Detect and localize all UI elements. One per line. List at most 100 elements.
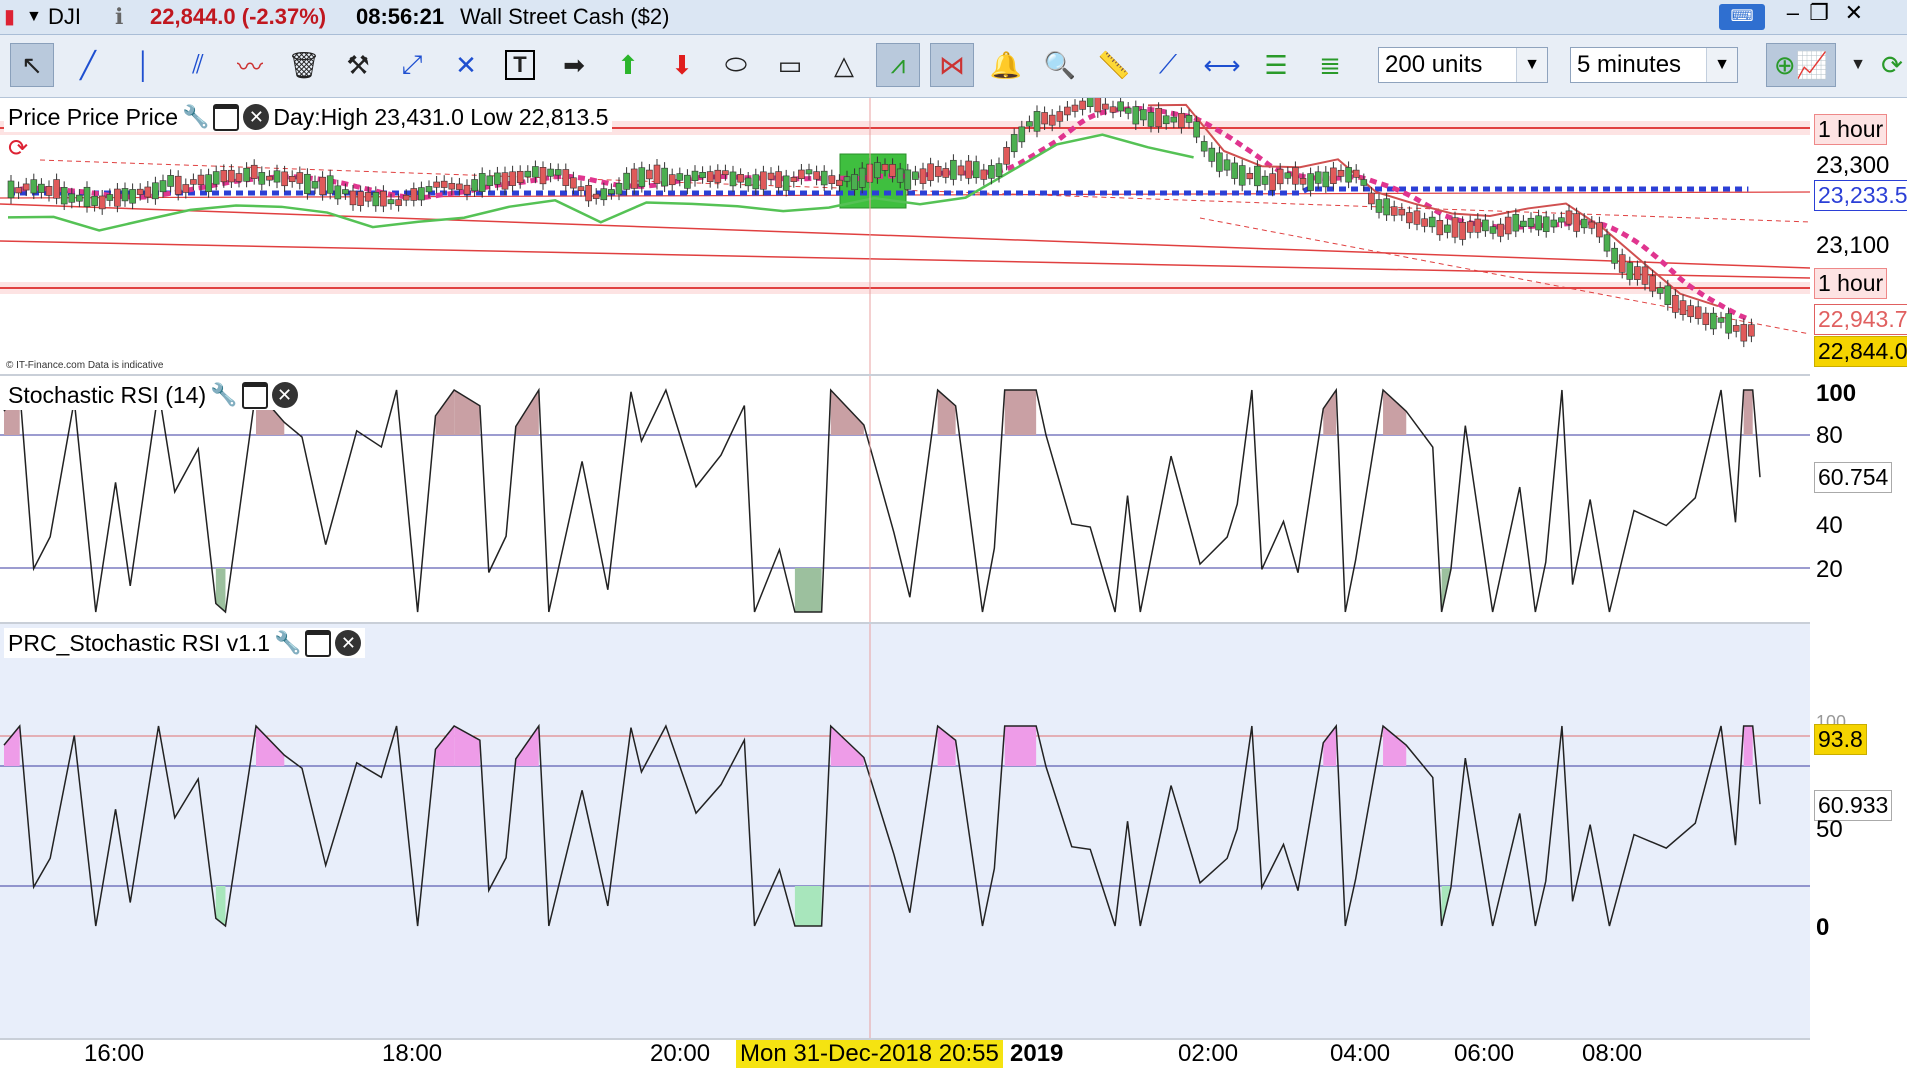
overbought-fill xyxy=(454,726,480,766)
candle xyxy=(1634,266,1641,280)
crosshair-icon[interactable]: ✕ xyxy=(444,43,488,87)
fibonacci-fan-icon[interactable]: ≣ xyxy=(1308,43,1352,87)
ray-icon[interactable]: ⟋ xyxy=(1146,43,1190,87)
candle xyxy=(342,189,349,195)
close-icon[interactable]: ✕ xyxy=(335,630,362,656)
wrench-icon[interactable]: 🔧 xyxy=(274,628,301,658)
trash-icon[interactable]: 🗑 xyxy=(282,43,326,87)
chevron-down-icon[interactable]: ▼ xyxy=(26,8,42,26)
minimize-icon[interactable]: – xyxy=(1787,0,1799,26)
units-select[interactable]: 200 units ▼ xyxy=(1378,47,1548,83)
candle xyxy=(1200,141,1208,152)
ellipse-icon[interactable]: ⬭ xyxy=(714,43,758,87)
wrench-icon[interactable]: 🔧 xyxy=(182,102,209,132)
candle xyxy=(919,168,927,184)
candle xyxy=(570,177,577,189)
triangle-icon[interactable]: △ xyxy=(822,43,866,87)
trend-icon[interactable]: 〰 xyxy=(228,43,272,87)
line-icon[interactable]: ╱ xyxy=(66,43,110,87)
candle xyxy=(1079,100,1086,110)
candle xyxy=(1626,262,1634,280)
candle xyxy=(425,186,433,193)
add-indicator-icon[interactable]: ⊕📈 xyxy=(1766,43,1836,87)
candle xyxy=(98,195,106,210)
close-icon[interactable]: ✕ xyxy=(271,382,298,408)
candle xyxy=(1003,146,1010,165)
restore-icon[interactable]: ❐ xyxy=(1809,0,1829,26)
candle xyxy=(1573,213,1580,232)
candle xyxy=(1398,208,1406,216)
maximize-icon[interactable] xyxy=(241,381,268,409)
stoch-rsi-panel[interactable]: Stochastic RSI (14) 🔧 ✕ xyxy=(0,376,1810,624)
oversold-fill xyxy=(794,886,822,926)
prc-stoch-chart[interactable] xyxy=(0,624,1810,1038)
info-icon[interactable]: ℹ xyxy=(115,4,123,30)
fibonacci-icon[interactable]: ☰ xyxy=(1254,43,1298,87)
close-icon[interactable]: ✕ xyxy=(243,104,270,130)
candle xyxy=(144,186,152,198)
arrow-down-icon[interactable]: ⬇ xyxy=(660,43,704,87)
channel-icon[interactable]: ⋈ xyxy=(930,43,974,87)
candle xyxy=(798,169,805,180)
candle xyxy=(486,175,494,186)
cursor-icon[interactable]: ↖ xyxy=(10,43,54,87)
candle xyxy=(220,170,228,183)
refresh-icon[interactable]: ⟳ xyxy=(1870,43,1907,87)
alert-bell-icon[interactable]: 🔔 xyxy=(984,43,1028,87)
horizontal-line-icon[interactable]: ⟷ xyxy=(1200,43,1244,87)
price-panel[interactable]: Price Price Price 🔧 ✕ Day:High 23,431.0 … xyxy=(0,98,1810,376)
sync-icon[interactable]: ⟳ xyxy=(8,134,28,163)
candle xyxy=(440,180,448,188)
text-icon[interactable]: T xyxy=(498,43,542,87)
candle xyxy=(934,166,942,177)
candle xyxy=(319,176,326,195)
candle xyxy=(1504,216,1512,235)
resize-icon[interactable]: ⤢ xyxy=(390,43,434,87)
candle xyxy=(273,170,281,183)
candle xyxy=(501,172,509,190)
candle xyxy=(851,174,858,190)
candle xyxy=(387,199,395,205)
stoch-rsi-chart[interactable] xyxy=(0,376,1810,622)
candle xyxy=(775,171,782,188)
price-axis: 1 hour 23,300 23,233.5 23,100 1 hour 22,… xyxy=(1810,98,1907,374)
price-tick: 23,100 xyxy=(1816,232,1890,259)
candle xyxy=(1132,106,1140,125)
prc-stoch-panel[interactable]: PRC_Stochastic RSI v1.1 🔧 ✕ xyxy=(0,624,1810,1040)
rectangle-icon[interactable]: ▭ xyxy=(768,43,812,87)
candle xyxy=(45,186,53,196)
price-chart[interactable] xyxy=(0,98,1810,374)
candle xyxy=(76,194,83,202)
maximize-icon[interactable] xyxy=(305,629,332,657)
vertical-line-icon[interactable]: │ xyxy=(122,43,166,87)
keyboard-icon[interactable]: ⌨ xyxy=(1719,4,1765,30)
candle xyxy=(159,180,167,193)
price-tick: 23,300 xyxy=(1816,152,1890,179)
candle xyxy=(258,172,266,185)
tools-icon[interactable]: ⚒ xyxy=(336,43,380,87)
overbought-fill xyxy=(1383,390,1407,435)
arrow-right-icon[interactable]: ➡ xyxy=(552,43,596,87)
zoom-icon[interactable]: 🔍 xyxy=(1038,43,1082,87)
candle xyxy=(509,171,516,186)
candle xyxy=(190,179,197,185)
ruler-icon[interactable]: 📏 xyxy=(1092,43,1136,87)
arrow-up-icon[interactable]: ⬆ xyxy=(606,43,650,87)
symbol-label[interactable]: DJI xyxy=(48,4,81,30)
candle xyxy=(638,167,646,187)
candle xyxy=(1732,325,1740,332)
candle xyxy=(1216,152,1223,172)
current-price-tag: 22,844.0 xyxy=(1814,336,1907,367)
stoch-panel-header: Stochastic RSI (14) 🔧 ✕ xyxy=(4,380,302,410)
candle xyxy=(402,194,410,201)
wrench-icon[interactable]: 🔧 xyxy=(210,380,237,410)
zigzag-icon[interactable]: ⩘ xyxy=(876,43,920,87)
candle xyxy=(83,186,91,207)
close-icon[interactable]: ✕ xyxy=(1845,0,1863,26)
timeframe-select[interactable]: 5 minutes ▼ xyxy=(1570,47,1738,83)
candle xyxy=(1725,313,1732,334)
candle xyxy=(1580,218,1588,229)
parallel-lines-icon[interactable]: ⫽ xyxy=(176,43,220,87)
candle xyxy=(782,175,790,191)
maximize-icon[interactable] xyxy=(213,103,240,131)
